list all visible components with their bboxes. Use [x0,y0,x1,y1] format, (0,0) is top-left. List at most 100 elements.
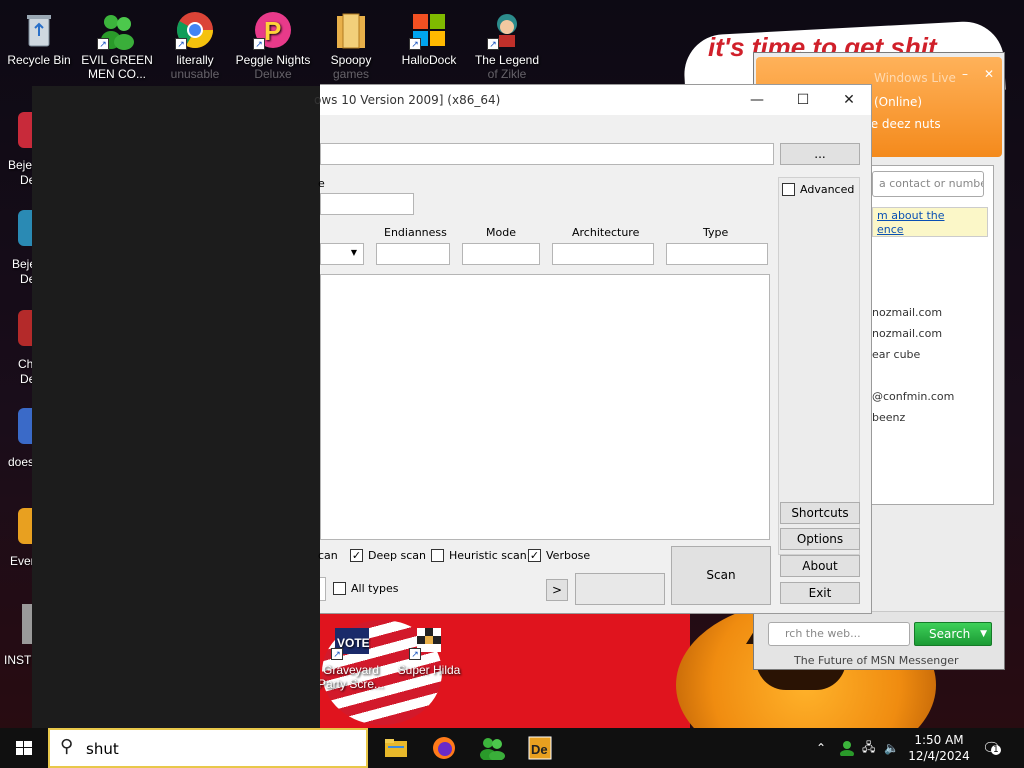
shortcuts-button[interactable]: Shortcuts [780,502,860,524]
partial-desktop-icon[interactable] [22,604,32,644]
redacted-black-panel [32,86,320,728]
desktop-icon-label: Party Scre... [317,677,385,691]
partial-desktop-icon[interactable] [18,408,32,444]
msn-search-button[interactable]: Search ▼ [914,622,992,646]
file-explorer-taskbar-icon[interactable] [376,732,416,764]
svg-text:P: P [264,16,281,46]
msn-contact-item[interactable]: @confmin.com [872,390,954,403]
msn-ad-box[interactable]: m about the ence [872,207,988,237]
msn-web-search-input[interactable]: rch the web... [768,622,910,646]
maximize-button[interactable]: ☐ [780,85,826,115]
notification-count: 1 [991,745,1001,755]
advanced-checkbox[interactable]: Advanced [782,183,854,196]
msn-contact-item[interactable]: nozmail.com [872,327,942,340]
msn-search-button-label: Search [929,627,971,641]
options-button[interactable]: Options [780,528,860,550]
firefox-taskbar-icon[interactable] [424,732,464,764]
peggle-icon: P ↗ [253,10,293,50]
type-input[interactable] [666,243,768,265]
desktop-icon-label: EVIL GREEN MEN CO... [81,53,153,81]
notification-center-button[interactable]: 🗨1 [982,728,1001,768]
desktop-icon-label: Ever [10,554,35,568]
desktop-icon-chrome[interactable]: ↗ literally unusable [156,4,234,81]
desktop-icon-hallodock[interactable]: ↗ HalloDock [390,4,468,67]
taskbar: ⚲ De ⌃ 🖧 🔈 1:50 AM 12/4/2024 🗨1 [0,728,1024,768]
msn-contact-item[interactable]: nozmail.com [872,306,942,319]
deep-scan-checkbox[interactable]: ✓ Deep scan [350,549,426,562]
window-title: ows 10 Version 2009] (x86_64) [314,93,501,107]
scan-button[interactable]: Scan [671,546,771,605]
desktop-icon-label: Super Hilda [397,663,461,677]
desktop-icon-spoopy-games[interactable]: Spoopy games [312,4,390,81]
desktop-icon-label: of Zikle [487,67,527,81]
desktop-icon-graveyard-party[interactable]: VOTE ↗ Graveyard Party Scre... [312,614,390,691]
msn-personal-message[interactable]: te deez nuts [866,117,941,131]
msn-footer-text: The Future of MSN Messenger [794,654,959,667]
chevron-down-icon[interactable]: ▼ [980,623,987,645]
desktop-icon-evil-green-men[interactable]: ↗ EVIL GREEN MEN CO... [78,4,156,81]
mode-input[interactable] [462,243,540,265]
svg-text:De: De [531,742,548,757]
start-button[interactable] [0,728,48,768]
pixel-art-icon: ↗ [409,620,449,660]
show-hidden-icons-button[interactable]: ⌃ [816,728,826,768]
msn-close-icon[interactable]: ✕ [984,67,994,81]
desktop-icon-label: Spoopy [330,53,372,67]
desktop-icon-recycle-bin[interactable]: Recycle Bin [0,4,78,67]
partial-scan-checkbox[interactable]: can [318,549,338,562]
heuristic-scan-checkbox[interactable]: Heuristic scan [431,549,527,562]
de-app-taskbar-icon[interactable]: De [520,732,560,764]
network-tray-icon[interactable]: 🖧 [862,728,875,768]
close-button[interactable]: ✕ [826,85,872,115]
partial-input[interactable] [320,577,326,601]
msn-ad-link[interactable]: m about the [877,209,983,223]
side-panel [778,177,860,555]
volume-tray-icon[interactable]: 🔈 [884,728,899,768]
shortcut-arrow-icon: ↗ [97,38,109,50]
desktop-icon-peggle[interactable]: P ↗ Peggle Nights Deluxe [234,4,312,81]
msn-minimize-icon[interactable]: – [962,67,968,81]
endianness-input[interactable] [376,243,450,265]
partial-desktop-icon[interactable] [18,508,32,544]
partial-scan-label: can [318,549,338,562]
taskbar-clock[interactable]: 1:50 AM 12/4/2024 [906,732,972,764]
partial-desktop-icon[interactable] [18,310,32,346]
chevron-up-icon: ⌃ [816,741,827,755]
taskbar-search-box[interactable]: ⚲ [48,728,368,768]
taskbar-search-input[interactable] [86,738,356,760]
chrome-icon: ↗ [175,10,215,50]
browse-button[interactable]: ... [780,143,860,165]
exit-button[interactable]: Exit [780,582,860,604]
checkmark-icon: ✓ [350,549,363,562]
msn-messenger-taskbar-icon[interactable] [472,732,512,764]
verbose-label: Verbose [546,549,591,562]
msn-contact-item[interactable]: beenz [872,411,905,424]
verbose-checkbox[interactable]: ✓ Verbose [528,549,590,562]
desktop-icon-label: HalloDock [401,53,457,67]
results-list[interactable] [320,274,770,540]
file-path-input[interactable] [320,143,774,165]
text-input[interactable] [320,193,414,215]
msn-status[interactable]: (Online) [874,95,922,109]
next-button[interactable]: > [546,579,568,601]
select-dropdown[interactable]: ▼ [320,243,364,265]
title-bar[interactable]: ows 10 Version 2009] (x86_64) — ☐ ✕ [314,85,872,115]
minimize-button[interactable]: — [734,85,780,115]
desktop-icon-super-hilda[interactable]: ↗ Super Hilda [390,614,468,677]
msn-contact-search-input[interactable]: a contact or numbe [872,171,984,197]
msn-ad-link[interactable]: ence [877,223,983,236]
about-button[interactable]: About [780,555,860,577]
notification-icon: 🗨1 [982,739,1001,757]
architecture-input[interactable] [552,243,654,265]
partial-desktop-icon[interactable] [18,210,32,246]
msn-contact-item[interactable]: ear cube [872,348,920,361]
mode-label: Mode [486,226,516,239]
type-label: Type [703,226,729,239]
all-types-checkbox[interactable]: All types [333,582,398,595]
app-window[interactable]: ows 10 Version 2009] (x86_64) — ☐ ✕ ... … [314,84,872,614]
desktop-icon-legend-of-zikle[interactable]: ↗ The Legend of Zikle [468,4,546,81]
blank-button[interactable] [575,573,665,605]
shortcut-arrow-icon: ↗ [409,648,421,660]
partial-desktop-icon[interactable] [18,112,32,148]
people-tray-icon[interactable] [838,728,856,768]
